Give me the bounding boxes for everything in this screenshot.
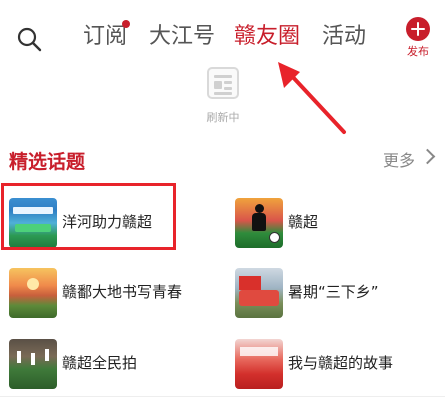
topic-item[interactable]: 暑期“三下乡” [235, 268, 395, 318]
topic-item[interactable]: 我与赣超的故事 [235, 339, 405, 389]
topic-label: 我与赣超的故事 [288, 354, 394, 372]
notification-dot [122, 20, 130, 28]
plus-icon [406, 17, 430, 41]
topic-label: 赣鄱大地书写青春 [62, 283, 183, 301]
topic-item[interactable]: 赣超 [235, 198, 385, 248]
topic-item[interactable]: 赣鄱大地书写青春 [9, 268, 199, 318]
topic-thumbnail [235, 268, 283, 318]
topic-thumbnail [235, 339, 283, 389]
tab-dajianghao[interactable]: 大江号 [149, 22, 215, 52]
topic-thumbnail [9, 268, 57, 318]
publish-button[interactable]: 发布 [400, 17, 436, 61]
publish-label: 发布 [407, 45, 429, 58]
search-icon[interactable] [16, 26, 42, 52]
section-title: 精选话题 [9, 151, 86, 173]
divider [0, 396, 445, 397]
annotation-arrow-icon [278, 62, 346, 134]
more-link[interactable]: 更多 [383, 147, 415, 171]
topic-label: 赣超 [288, 213, 319, 231]
topic-item[interactable]: 赣超全民拍 [9, 339, 169, 389]
tab-ganyouquan[interactable]: 赣友圈 [234, 22, 300, 52]
tab-activity[interactable]: 活动 [322, 22, 366, 52]
topic-thumbnail [9, 339, 57, 389]
tab-subscribe[interactable]: 订阅 [83, 22, 127, 52]
chevron-right-icon[interactable] [419, 148, 436, 165]
highlight-box [1, 183, 176, 250]
refresh-status: 刷新中 [206, 111, 240, 124]
topic-label: 暑期“三下乡” [288, 283, 379, 301]
topic-thumbnail [235, 198, 283, 248]
refresh-icon [207, 67, 239, 99]
topic-label: 赣超全民拍 [62, 354, 138, 372]
